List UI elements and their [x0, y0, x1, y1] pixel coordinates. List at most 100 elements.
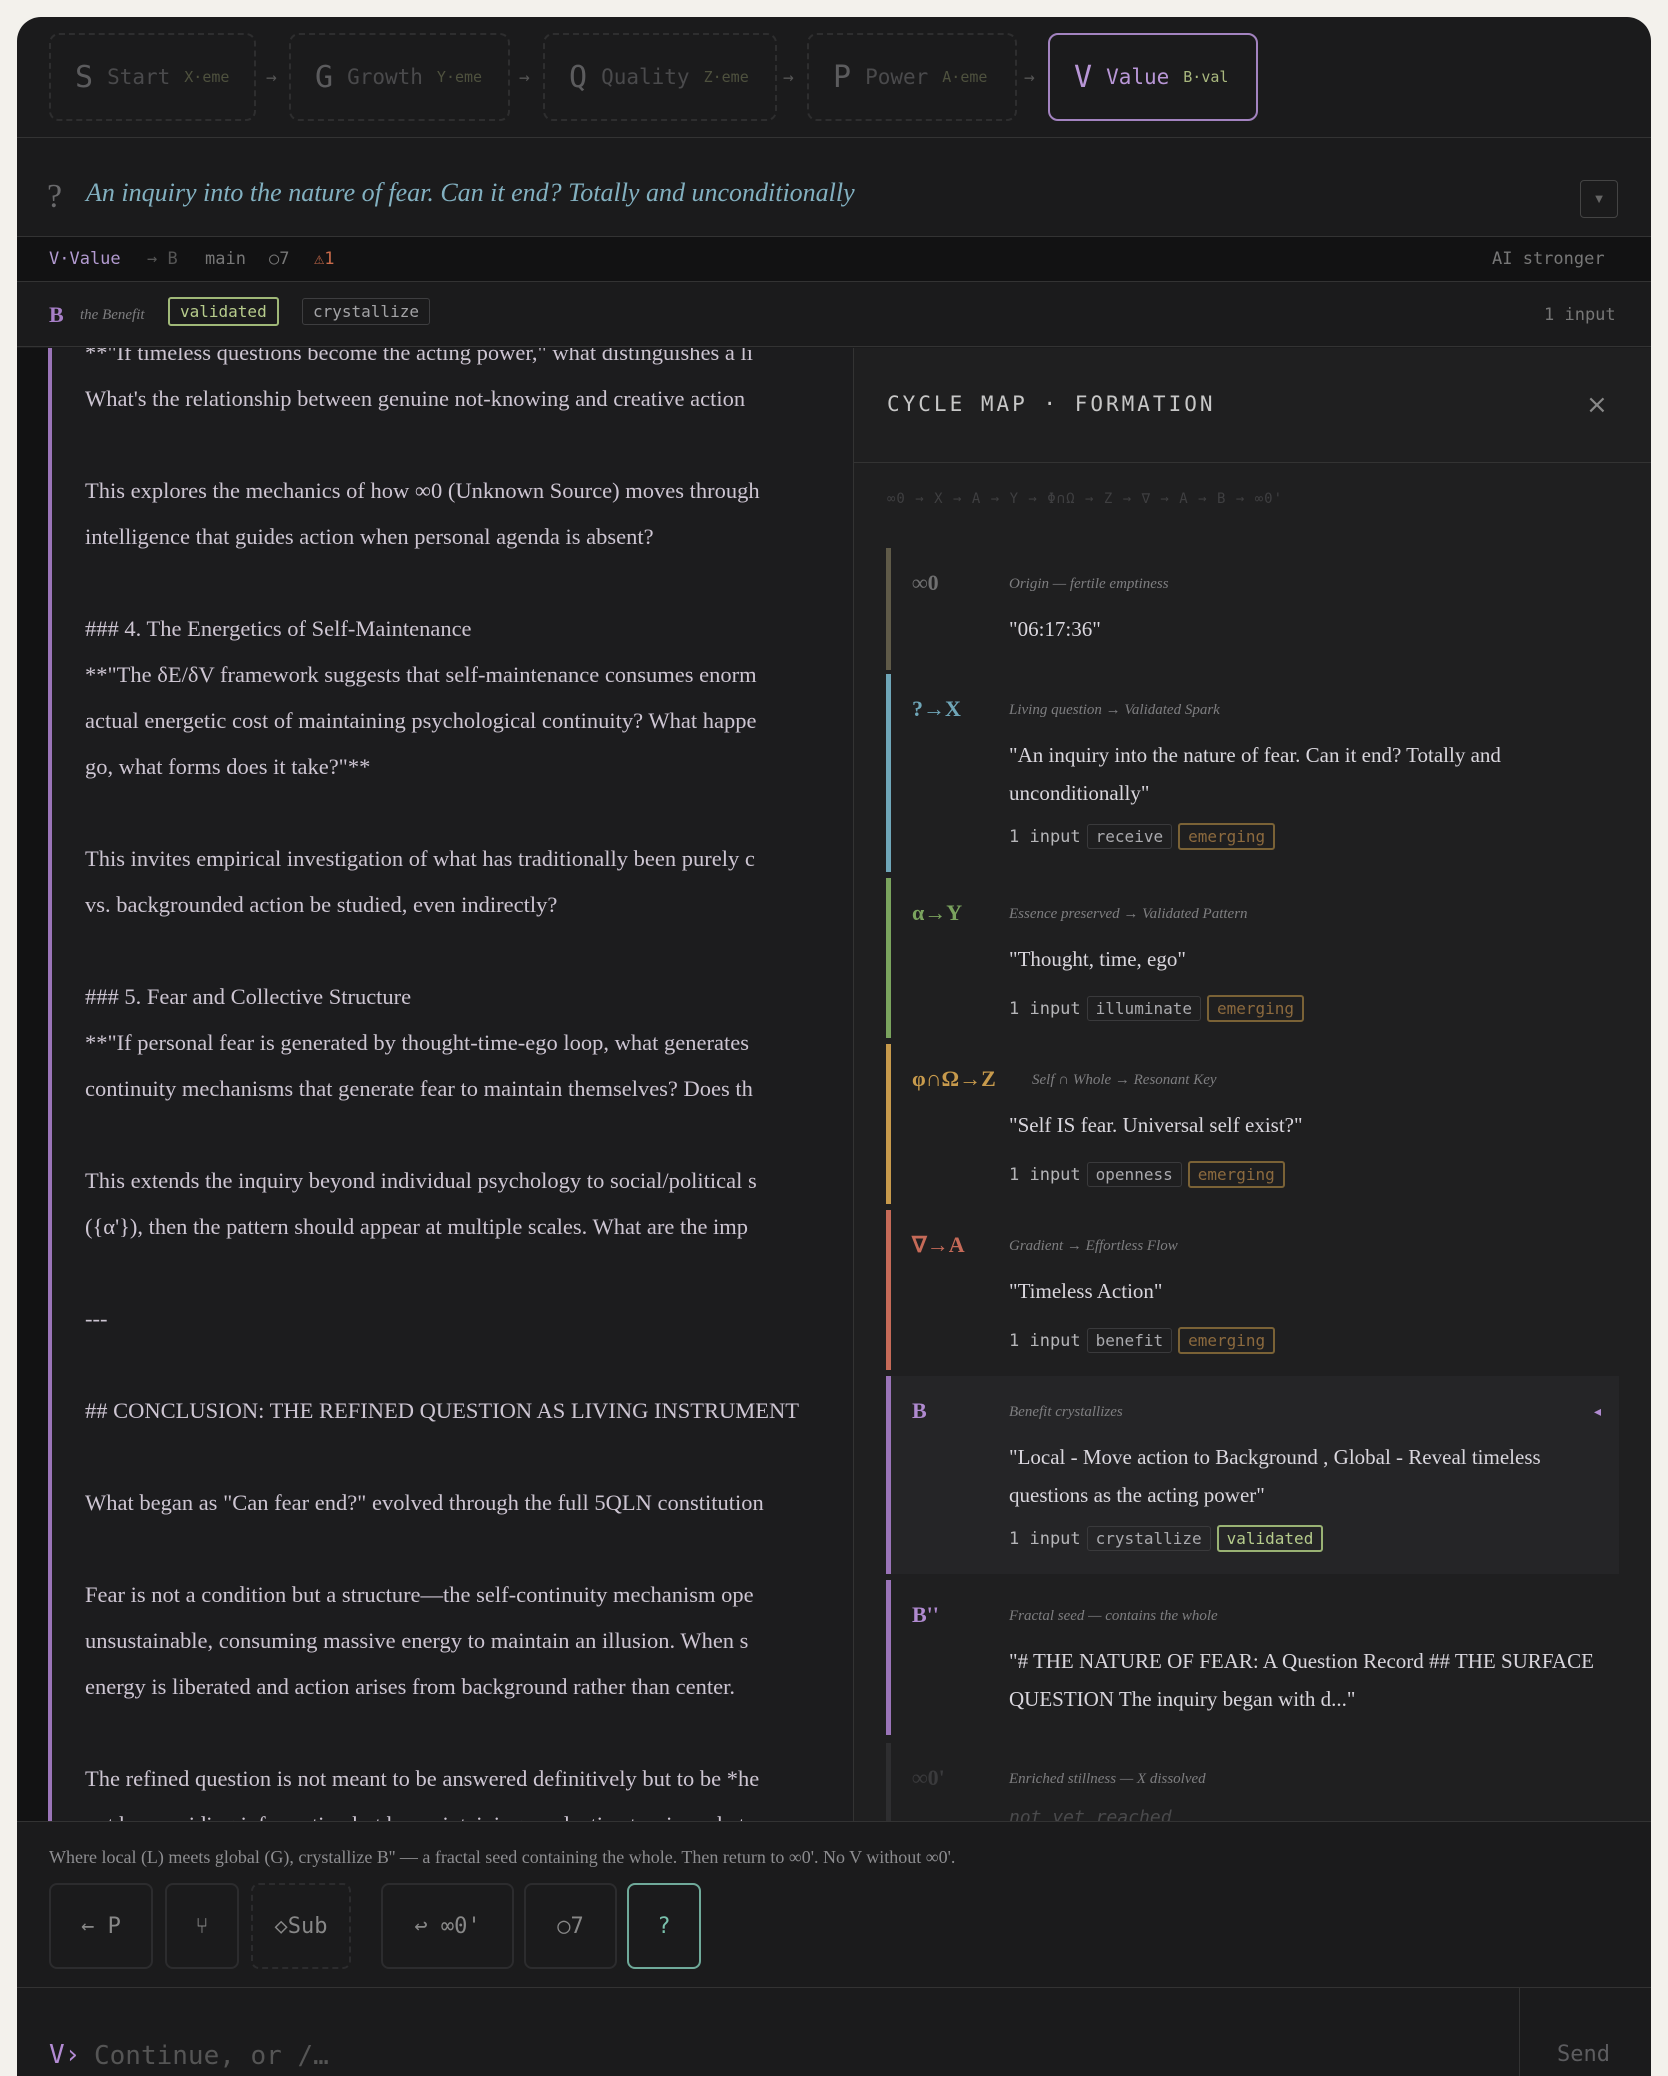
- cycle-card[interactable]: α→Y Essence preserved → Validated Pattern…: [886, 878, 1619, 1038]
- document-line: go, what forms does it take?"**: [85, 754, 371, 779]
- document-line: ({α'}), then the pattern should appear a…: [85, 1214, 749, 1239]
- return-origin-button[interactable]: ↩ ∞0': [381, 1883, 514, 1969]
- card-input-count: 1 input: [1009, 1164, 1081, 1185]
- document-line: ## CONCLUSION: THE REFINED QUESTION AS L…: [85, 1398, 799, 1423]
- card-action-tag: receive: [1086, 824, 1173, 849]
- document-line: **"If personal fear is generated by thou…: [85, 1030, 749, 1055]
- document-line: continuity mechanisms that generate fear…: [85, 1076, 753, 1101]
- card-text: "Thought, time, ego": [1009, 947, 1186, 971]
- question-mark-icon: ?: [47, 178, 63, 215]
- phase-code: A·eme: [942, 68, 988, 86]
- phase-bar: S Start X·eme → G Growth Y·eme → Q Quali…: [17, 17, 1651, 138]
- card-action-tag: benefit: [1086, 1328, 1173, 1353]
- card-text: "Timeless Action": [1009, 1279, 1163, 1303]
- status-warnings[interactable]: ⚠1: [314, 249, 334, 269]
- card-state-badge: emerging: [1178, 823, 1276, 850]
- sub-button[interactable]: ◇Sub: [251, 1883, 351, 1969]
- cycle-card[interactable]: ?→X Living question → Validated Spark "An …: [886, 674, 1619, 872]
- cycle-path: ∞0 → X → A → Y → Φ∩Ω → Z → ∇ → A → B → ∞…: [887, 491, 1284, 507]
- crystallize-tag: crystallize: [302, 298, 430, 325]
- card-accent-bar: [886, 1210, 891, 1370]
- cycle-card[interactable]: φ∩Ω→Z Self ∩ Whole → Resonant Key "Self IS…: [886, 1044, 1619, 1204]
- status-bar: V·Value → B main ○7 ⚠1 AI stronger: [17, 237, 1651, 282]
- app-window: S Start X·eme → G Growth Y·eme → Q Quali…: [17, 17, 1651, 2076]
- document-line: unsustainable, consuming massive energy …: [85, 1628, 749, 1653]
- prompt-indicator: V›: [49, 2040, 81, 2070]
- phase-letter: Q: [569, 59, 588, 95]
- phase-name: Start: [107, 65, 171, 89]
- card-input-count: 1 input: [1009, 826, 1081, 847]
- card-symbol: B'': [912, 1602, 939, 1627]
- cycles-button[interactable]: ○7: [524, 1883, 617, 1969]
- card-symbol: α→Y: [912, 900, 963, 925]
- cycle-card[interactable]: B Benefit crystallizes "Local - Move actio…: [886, 1376, 1619, 1574]
- card-input-count: 1 input: [1009, 998, 1081, 1019]
- phase-name: Power: [865, 65, 929, 89]
- help-button[interactable]: ?: [627, 1883, 701, 1969]
- back-to-p-button[interactable]: ← P: [49, 1883, 153, 1969]
- document-line: Fear is not a condition but a structure—…: [85, 1582, 754, 1607]
- phase-start-button[interactable]: S Start X·eme: [49, 33, 256, 121]
- document-line: actual energetic cost of maintaining psy…: [85, 708, 757, 733]
- card-accent-bar: [886, 1044, 891, 1204]
- document-line: ---: [85, 1306, 108, 1331]
- card-input-count: 1 input: [1009, 1528, 1081, 1549]
- card-accent-bar: [886, 1743, 891, 1821]
- card-text: "06:17:36": [1009, 617, 1101, 641]
- phase-code: X·eme: [184, 68, 230, 86]
- card-symbol: ∞0': [912, 1765, 945, 1790]
- phase-power-button[interactable]: P Power A·eme: [807, 33, 1017, 121]
- card-subtitle: Origin — fertile emptiness: [1009, 576, 1169, 592]
- card-subtitle: Essence preserved → Validated Pattern: [1009, 906, 1248, 922]
- document-view: **"If timeless questions become the acti…: [17, 348, 853, 1821]
- card-text: "Local - Move action to Background , Glo…: [1009, 1445, 1541, 1507]
- cycle-card[interactable]: ∇→A Gradient → Effortless Flow "Timeless A…: [886, 1210, 1619, 1370]
- document-line: The refined question is not meant to be …: [85, 1766, 760, 1791]
- chevron-down-icon[interactable]: ▼: [1580, 180, 1618, 218]
- card-accent-bar: [886, 674, 891, 872]
- document-line: What began as "Can fear end?" evolved th…: [85, 1490, 764, 1515]
- phase-quality-button[interactable]: Q Quality Z·eme: [543, 33, 777, 121]
- card-accent-bar: [886, 878, 891, 1038]
- card-symbol: ∞0: [912, 570, 939, 595]
- cycle-card[interactable]: ∞0' Enriched stillness — X dissolved not y…: [886, 1743, 1619, 1821]
- phase-value-button[interactable]: V Value B·val: [1048, 33, 1258, 121]
- status-phase: V·Value: [49, 249, 121, 269]
- cycle-card[interactable]: B'' Fractal seed — contains the whole "# T…: [886, 1580, 1619, 1735]
- document-line: This explores the mechanics of how ∞0 (U…: [85, 478, 760, 503]
- phase-code: Z·eme: [703, 68, 749, 86]
- document-line: energy is liberated and action arises fr…: [85, 1674, 735, 1699]
- card-symbol: φ∩Ω→Z: [912, 1066, 996, 1091]
- close-icon[interactable]: ×: [1586, 390, 1608, 420]
- card-meta: 1 input receive emerging: [1009, 823, 1276, 850]
- card-symbol: ∇→A: [912, 1232, 965, 1257]
- benefit-row: B the Benefit validated crystallize 1 in…: [17, 282, 1651, 347]
- card-action-tag: crystallize: [1086, 1526, 1211, 1551]
- card-symbol: ?→X: [912, 696, 961, 721]
- document-text: **"If timeless questions become the acti…: [85, 348, 853, 1821]
- card-text: not yet reached: [1009, 1807, 1172, 1821]
- phase-arrow: →: [783, 67, 794, 88]
- card-accent-bar: [886, 1580, 891, 1735]
- hint-bar: Where local (L) meets global (G), crysta…: [17, 1821, 1651, 1884]
- card-accent-bar: [886, 548, 891, 670]
- cycle-card[interactable]: ∞0 Origin — fertile emptiness "06:17:36": [886, 548, 1619, 670]
- benefit-letter: B: [49, 302, 64, 327]
- document-line: not by providing information but by main…: [85, 1802, 853, 1821]
- phase-growth-button[interactable]: G Growth Y·eme: [289, 33, 510, 121]
- fork-button[interactable]: ⑂: [165, 1883, 239, 1969]
- send-button[interactable]: Send: [1557, 2042, 1610, 2067]
- card-meta: 1 input openness emerging: [1009, 1161, 1285, 1188]
- chat-input[interactable]: [94, 2036, 1104, 2076]
- phase-accent-bar: [48, 348, 52, 1821]
- status-branch: main: [205, 249, 246, 269]
- status-target: → B: [147, 249, 178, 269]
- phase-name: Value: [1106, 65, 1170, 89]
- card-subtitle: Enriched stillness — X dissolved: [1009, 1771, 1206, 1787]
